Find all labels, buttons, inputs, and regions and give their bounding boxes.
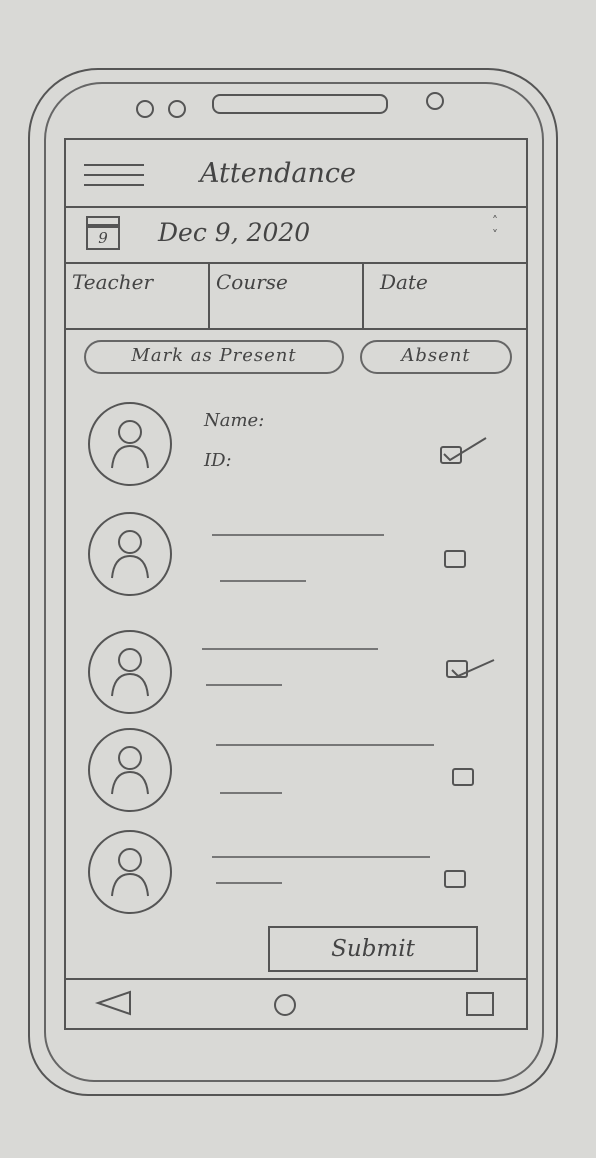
student-id-placeholder bbox=[220, 792, 282, 794]
filter-tabs: Teacher Course Date bbox=[66, 262, 526, 330]
checkmark-icon bbox=[451, 659, 495, 678]
tab-course[interactable]: Course bbox=[208, 262, 362, 328]
chevron-up-icon[interactable]: ˄ bbox=[492, 214, 498, 228]
student-name-placeholder bbox=[212, 534, 384, 536]
attendance-checkbox[interactable] bbox=[444, 870, 466, 888]
home-circle-icon[interactable] bbox=[274, 994, 296, 1016]
attendance-checkbox[interactable] bbox=[440, 437, 487, 464]
tab-date[interactable]: Date bbox=[362, 262, 526, 328]
front-sensor-icon bbox=[426, 92, 444, 110]
hamburger-menu-icon[interactable] bbox=[84, 164, 144, 194]
speaker-grille bbox=[212, 94, 388, 114]
student-id-placeholder bbox=[220, 580, 306, 582]
title-bar: Attendance bbox=[66, 140, 526, 208]
system-nav-bar bbox=[66, 978, 526, 1030]
student-name-placeholder bbox=[216, 744, 434, 746]
back-triangle-icon[interactable] bbox=[94, 990, 132, 1016]
mark-present-button[interactable]: Mark as Present bbox=[84, 340, 344, 374]
person-icon bbox=[111, 648, 149, 697]
student-id-label: ID: bbox=[204, 450, 232, 471]
avatar bbox=[88, 830, 172, 914]
student-id-placeholder bbox=[216, 882, 282, 884]
calendar-day-number: 9 bbox=[86, 226, 120, 250]
recent-apps-square-icon[interactable] bbox=[466, 992, 494, 1016]
student-id-placeholder bbox=[206, 684, 282, 686]
attendance-checkbox[interactable] bbox=[452, 768, 474, 786]
calendar-icon[interactable]: 9 bbox=[86, 216, 120, 252]
student-name-placeholder bbox=[202, 648, 378, 650]
page-title: Attendance bbox=[200, 158, 356, 189]
absent-button[interactable]: Absent bbox=[360, 340, 512, 374]
person-icon bbox=[111, 530, 149, 579]
person-icon bbox=[111, 848, 149, 897]
tab-teacher[interactable]: Teacher bbox=[66, 262, 208, 328]
avatar bbox=[88, 402, 172, 486]
chevron-down-icon[interactable]: ˅ bbox=[492, 228, 498, 242]
camera-icon bbox=[168, 100, 186, 118]
submit-button[interactable]: Submit bbox=[268, 926, 478, 972]
attendance-checkbox[interactable] bbox=[446, 659, 495, 678]
person-icon bbox=[111, 420, 149, 469]
avatar bbox=[88, 630, 172, 714]
student-name-label: Name: bbox=[204, 410, 265, 431]
camera-icon bbox=[136, 100, 154, 118]
date-stepper[interactable]: ˄ ˅ bbox=[492, 214, 498, 242]
student-name-placeholder bbox=[212, 856, 430, 858]
attendance-checkbox[interactable] bbox=[444, 550, 466, 568]
checkmark-icon bbox=[443, 437, 487, 462]
avatar bbox=[88, 728, 172, 812]
person-icon bbox=[111, 746, 149, 795]
date-picker[interactable]: 9 Dec 9, 2020 ˄ ˅ bbox=[66, 206, 526, 264]
selected-date: Dec 9, 2020 bbox=[158, 218, 311, 247]
avatar bbox=[88, 512, 172, 596]
app-screen: Attendance 9 Dec 9, 2020 ˄ ˅ Teacher Cou… bbox=[64, 138, 528, 1030]
